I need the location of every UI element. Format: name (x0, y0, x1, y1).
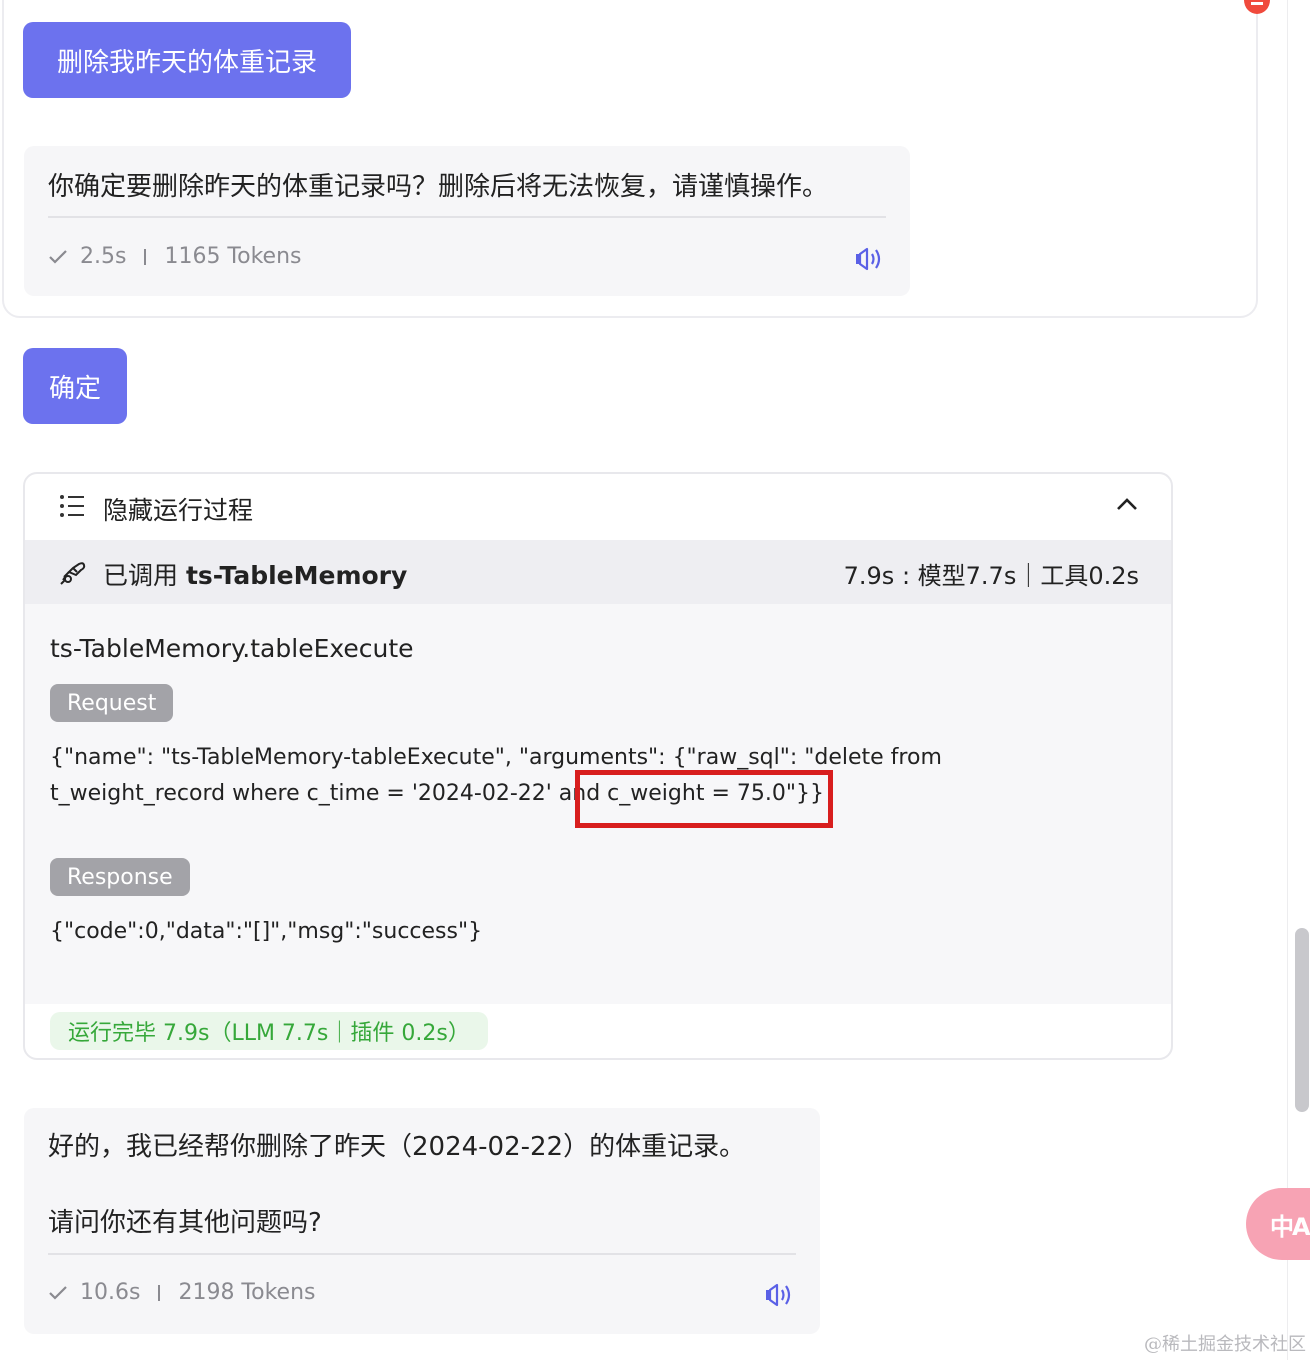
message-meta: 2.5s 1165 Tokens (48, 244, 302, 269)
user-message-bubble: 确定 (23, 348, 127, 424)
function-name: ts-TableMemory.tableExecute (50, 634, 414, 663)
translate-button[interactable]: 中A (1246, 1188, 1310, 1260)
assistant-message-card: 好的，我已经帮你删除了昨天（2024-02-22）的体重记录。 请问你还有其他问… (24, 1108, 820, 1334)
meta-separator (158, 1284, 161, 1301)
response-duration: 2.5s (80, 244, 127, 269)
translate-icon: 中A (1270, 1212, 1310, 1241)
request-tag: Request (50, 684, 174, 722)
assistant-message-text: 好的，我已经帮你删除了昨天（2024-02-22）的体重记录。 (48, 1132, 746, 1162)
list-icon (60, 495, 84, 517)
assistant-message-text: 你确定要删除昨天的体重记录吗？删除后将无法恢复，请谨慎操作。 (48, 172, 829, 202)
tool-prefix: 已调用 (103, 561, 179, 590)
tool-timing: 7.9s : 模型7.7s｜工具0.2s (843, 562, 1139, 590)
process-toggle-header[interactable]: 隐藏运行过程 (25, 474, 1171, 540)
assistant-message-text: 请问你还有其他问题吗? (48, 1208, 322, 1238)
watermark: @稀土掘金技术社区 (1144, 1334, 1306, 1355)
response-tag: Response (50, 858, 190, 896)
message-divider (48, 1253, 796, 1255)
scrollbar-thumb[interactable] (1295, 928, 1309, 1112)
speaker-icon[interactable] (764, 1282, 794, 1308)
tool-call-label: 已调用 ts-TableMemory (103, 556, 407, 592)
scrollbar-track (1287, 0, 1288, 1360)
tool-call-row[interactable]: 已调用 ts-TableMemory 7.9s : 模型7.7s｜工具0.2s (25, 540, 1171, 604)
check-icon (49, 249, 67, 264)
tool-name: ts-TableMemory (185, 561, 408, 590)
response-body: {"code":0,"data":"[]","msg":"success"} (50, 919, 483, 944)
process-toggle-label: 隐藏运行过程 (103, 496, 254, 525)
user-message-text: 删除我昨天的体重记录 (56, 47, 317, 78)
user-message-bubble: 删除我昨天的体重记录 (23, 22, 351, 98)
meta-separator (144, 248, 147, 265)
speaker-icon[interactable] (854, 246, 884, 272)
token-count: 1165 Tokens (164, 244, 302, 269)
message-meta: 10.6s 2198 Tokens (48, 1280, 316, 1305)
chevron-up-icon[interactable] (1115, 496, 1139, 512)
token-count: 2198 Tokens (178, 1280, 316, 1305)
check-icon (49, 1285, 67, 1300)
annotation-highlight-box (575, 770, 833, 828)
assistant-message-card: 你确定要删除昨天的体重记录吗？删除后将无法恢复，请谨慎操作。 2.5s 1165… (24, 146, 910, 296)
run-process-panel: 隐藏运行过程 已调用 ts-TableMemory 7.9s : 模型7.7s｜… (23, 472, 1173, 1060)
user-message-text: 确定 (48, 373, 101, 404)
plugin-link-icon (60, 562, 86, 585)
tool-call-details: ts-TableMemory.tableExecute Request {"na… (25, 604, 1171, 1004)
message-divider (48, 216, 886, 218)
run-complete-badge: 运行完毕 7.9s（LLM 7.7s｜插件 0.2s） (50, 1012, 488, 1050)
response-duration: 10.6s (80, 1280, 141, 1305)
